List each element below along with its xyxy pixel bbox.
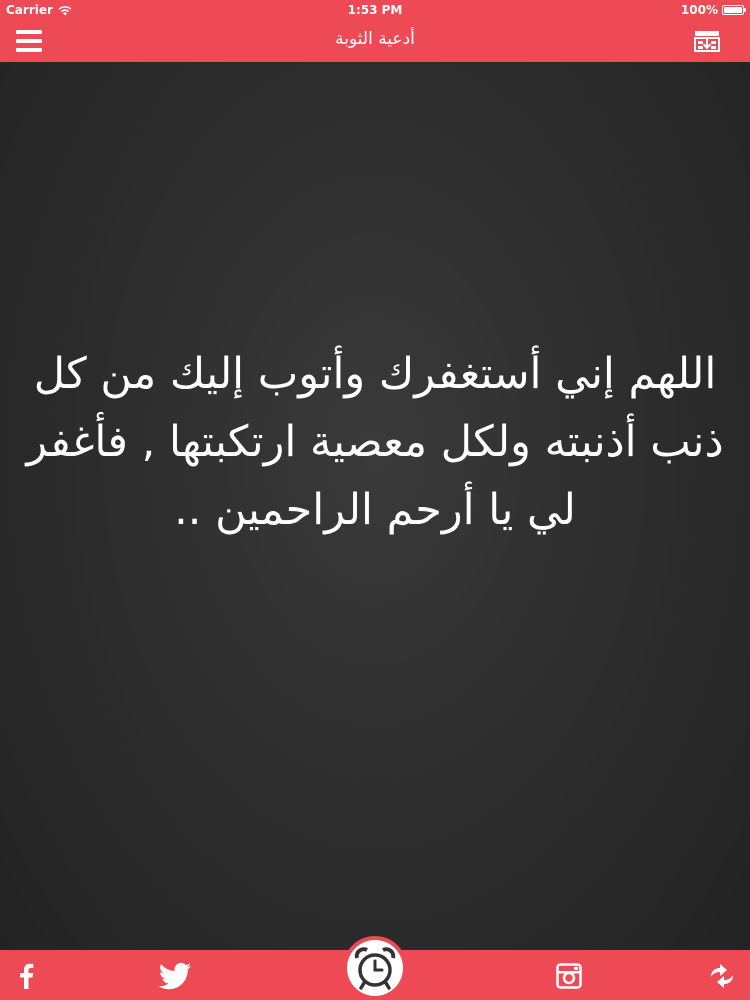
instagram-icon xyxy=(556,963,582,989)
share-arrows-icon xyxy=(711,964,733,988)
facebook-icon xyxy=(20,963,34,989)
alarm-button[interactable] xyxy=(347,940,403,996)
download-button[interactable] xyxy=(694,30,720,52)
battery-percent: 100% xyxy=(680,3,718,17)
page-title: أدعية الثوبة xyxy=(335,29,415,49)
alarm-button-wrap xyxy=(343,936,407,1000)
share-button[interactable] xyxy=(708,962,736,990)
instagram-button[interactable] xyxy=(555,962,583,990)
dua-text: اللهم إني أستغفرك وأتوب إليك من كل ذنب أ… xyxy=(26,349,724,535)
battery-icon xyxy=(722,5,746,15)
twitter-icon xyxy=(158,962,191,990)
status-right: 100% xyxy=(680,3,746,17)
app-screen: Carrier 1:53 PM 100% أدعية الثوبة اللهم … xyxy=(0,0,750,1000)
status-time: 1:53 PM xyxy=(347,3,403,17)
download-box-icon xyxy=(694,31,720,52)
twitter-button[interactable] xyxy=(158,962,192,990)
nav-bar: أدعية الثوبة xyxy=(0,20,750,62)
status-bar: Carrier 1:53 PM 100% xyxy=(0,0,750,20)
alarm-clock-icon xyxy=(354,947,396,990)
facebook-button[interactable] xyxy=(12,962,40,990)
battery-fill xyxy=(724,7,742,13)
